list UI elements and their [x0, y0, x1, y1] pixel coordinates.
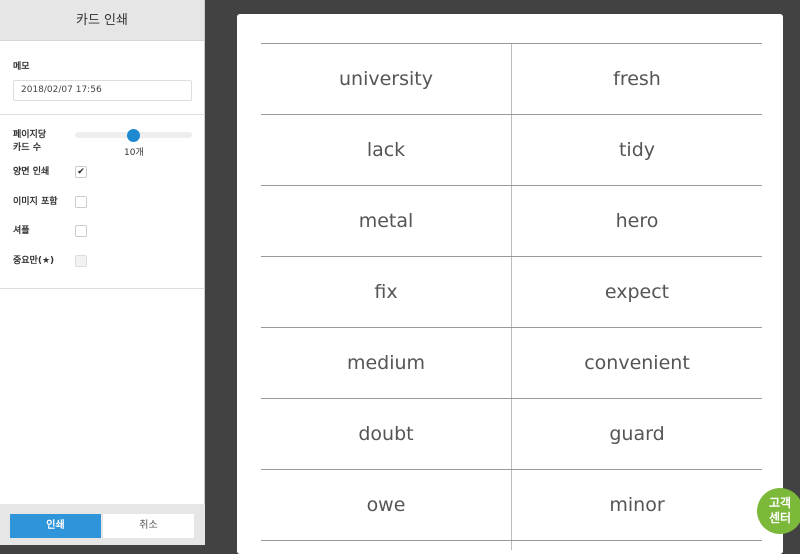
help-line-2: 센터	[768, 511, 792, 525]
card-row: university fresh	[261, 43, 762, 114]
memo-input[interactable]: 2018/02/07 17:56	[13, 80, 192, 101]
option-shuffle-checkbox[interactable]	[75, 225, 87, 237]
print-settings-sidebar: 카드 인쇄 메모 2018/02/07 17:56 페이지당카드 수 10개 양…	[0, 0, 205, 545]
card-front: owe	[366, 494, 406, 516]
card-front: doubt	[358, 423, 414, 445]
card-row-partial	[261, 540, 762, 550]
label-line-1: 페이지당	[13, 130, 47, 140]
cancel-button[interactable]: 취소	[103, 514, 194, 538]
card-back: hero	[511, 186, 762, 256]
card-row: lack tidy	[261, 114, 762, 185]
card-row: fix expect	[261, 256, 762, 327]
option-important-label: 중요만(★)	[13, 256, 55, 266]
card-row: owe minor	[261, 469, 762, 540]
card-back: expect	[511, 257, 762, 327]
card-back: convenient	[511, 328, 762, 398]
card-front: university	[339, 68, 433, 90]
card-front	[261, 541, 511, 550]
card-back: tidy	[511, 115, 762, 185]
card-grid: university fresh lack tidy metal hero fix ex…	[261, 43, 762, 550]
card-back	[511, 541, 762, 550]
help-line-1: 고객	[768, 496, 792, 510]
divider	[0, 288, 205, 289]
option-shuffle-label: 셔플	[13, 226, 30, 236]
slider-thumb[interactable]	[127, 129, 140, 142]
card-front: fix	[374, 281, 398, 303]
card-row: medium convenient	[261, 327, 762, 398]
slider-value: 10개	[124, 148, 144, 158]
memo-label: 메모	[13, 62, 30, 72]
option-images-label: 이미지 포함	[13, 197, 58, 207]
cards-per-page-label: 페이지당카드 수	[13, 129, 46, 155]
option-duplex-label: 양면 인쇄	[13, 167, 50, 177]
card-row: doubt guard	[261, 398, 762, 469]
card-row: metal hero	[261, 185, 762, 256]
option-duplex-checkbox[interactable]: ✔	[75, 166, 87, 178]
card-front: metal	[358, 210, 414, 232]
option-important-checkbox	[75, 255, 87, 267]
card-front: medium	[346, 352, 426, 374]
option-images-checkbox[interactable]	[75, 196, 87, 208]
label-line-2: 카드 수	[13, 143, 41, 153]
card-back: fresh	[511, 44, 762, 114]
sidebar-title: 카드 인쇄	[0, 0, 204, 41]
customer-center-button[interactable]: 고객 센터	[757, 488, 800, 534]
card-back: minor	[511, 470, 762, 540]
divider	[0, 114, 205, 115]
print-button[interactable]: 인쇄	[10, 514, 101, 538]
card-front: lack	[366, 139, 406, 161]
card-back: guard	[511, 399, 762, 469]
